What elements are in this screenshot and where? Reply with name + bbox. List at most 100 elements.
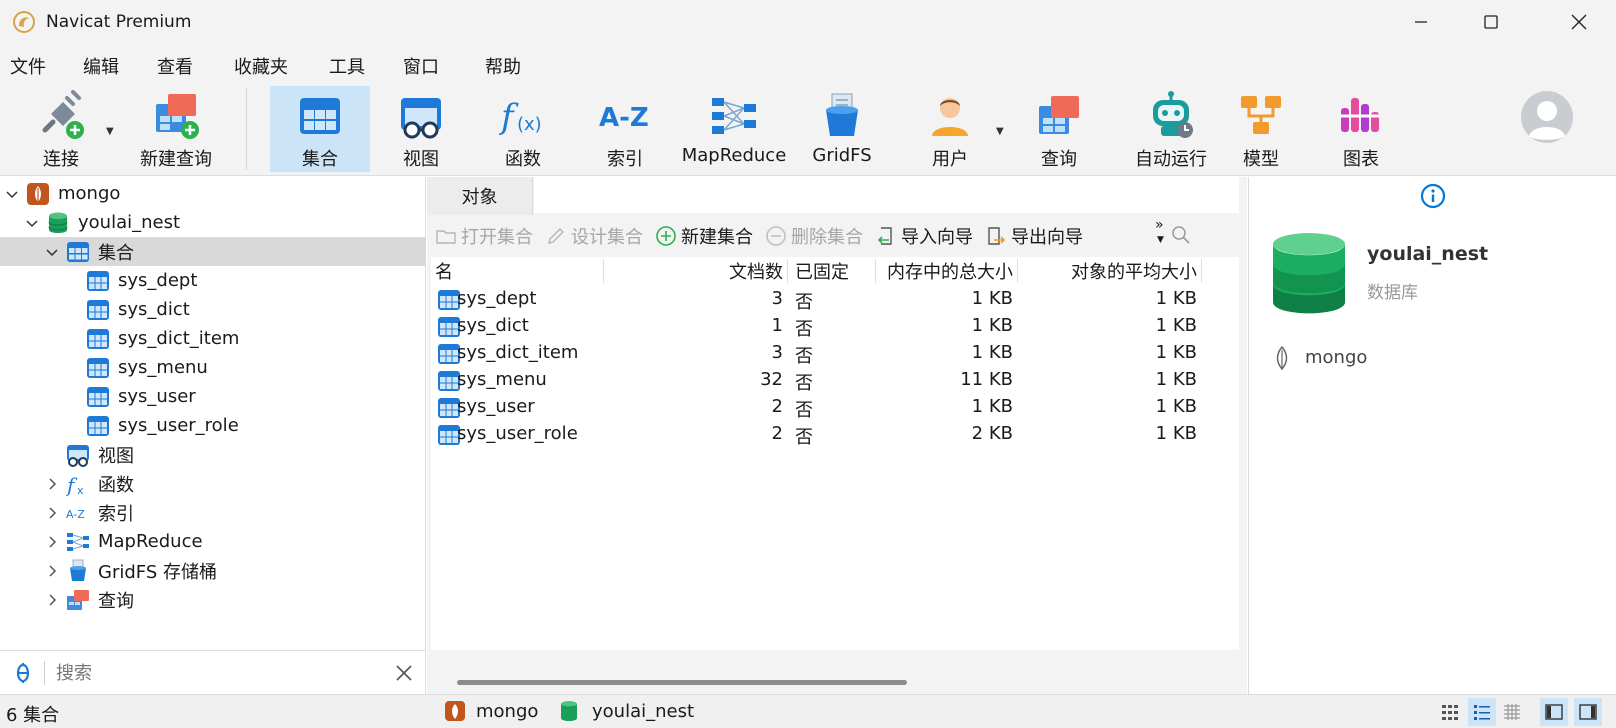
view-grid-button[interactable] [1436,698,1464,726]
import-wizard-button[interactable]: 导入向导 [875,223,973,249]
toggle-sidebar-button[interactable] [1540,698,1568,726]
index-icon: A-Z [599,103,649,133]
toolbar-function-button[interactable]: f (x) 函数 [480,86,566,172]
toolbar-gridfs-label: GridFS [812,145,872,166]
tree-node-indexes[interactable]: A-Z 索引 [0,498,426,527]
toolbar-collection-button[interactable]: 集合 [270,86,370,172]
chevron-right-icon[interactable] [44,592,60,608]
menu-edit[interactable]: 编辑 [83,53,119,79]
chevron-down-icon[interactable] [24,215,40,231]
maximize-button[interactable] [1456,0,1526,44]
table-row[interactable]: sys_user_role 2 否 2 KB 1 KB [431,421,1239,449]
delete-collection-button[interactable]: 删除集合 [765,223,863,249]
chevron-right-icon[interactable] [44,476,60,492]
view-list-button[interactable] [1468,698,1496,726]
column-header-name[interactable]: 名 [435,257,453,285]
toggle-info-panel-button[interactable] [1574,698,1602,726]
tree-search-box [0,650,426,694]
tree-node-collections-folder[interactable]: 集合 [0,237,426,266]
menu-help[interactable]: 帮助 [485,53,521,79]
search-input[interactable] [56,659,376,687]
cell-avg-size: 1 KB [1155,315,1197,336]
tree-node-gridfs[interactable]: GridFS 存储桶 [0,556,426,585]
user-dropdown-icon[interactable]: ▼ [996,126,1004,137]
gridfs-icon [826,93,858,136]
collection-icon [87,357,109,378]
clear-search-icon[interactable] [394,663,414,683]
toolbar-user-button[interactable]: 用户 [908,86,992,172]
view-detail-button[interactable] [1498,698,1526,726]
design-collection-button[interactable]: 设计集合 [545,223,643,249]
tree-node-collection[interactable]: sys_dict [0,295,426,324]
overflow-dropdown-icon[interactable]: ▼ [1157,235,1164,245]
chevron-right-icon[interactable] [44,563,60,579]
export-wizard-button[interactable]: 导出向导 [985,223,1083,249]
column-header-docs[interactable]: 文档数 [605,257,783,285]
table-row[interactable]: sys_dict 1 否 1 KB 1 KB [431,313,1239,341]
mapreduce-icon [712,98,756,134]
cell-total-size: 1 KB [971,342,1013,363]
toolbar-gridfs-button[interactable]: GridFS [800,86,884,172]
minimize-button[interactable] [1386,0,1456,44]
search-icon[interactable] [1171,225,1191,245]
tree-node-functions[interactable]: f x 函数 [0,469,426,498]
import-icon [877,227,892,245]
menu-window[interactable]: 窗口 [403,53,439,79]
table-row[interactable]: sys_user 2 否 1 KB 1 KB [431,394,1239,422]
remove-circle-icon [766,226,786,246]
toolbar-query-button[interactable]: 查询 [1018,86,1100,172]
tab-objects[interactable]: 对象 [427,177,533,215]
svg-text:f: f [498,97,519,137]
connection-dropdown-icon[interactable]: ▼ [106,126,114,137]
cell-name: sys_user_role [457,423,578,444]
table-row[interactable]: sys_dept 3 否 1 KB 1 KB [431,286,1239,314]
tree-node-database[interactable]: youlai_nest [0,208,426,237]
tree-node-views[interactable]: 视图 [0,440,426,469]
menu-favorites[interactable]: 收藏夹 [234,53,288,79]
info-icon[interactable] [1420,183,1446,209]
account-avatar-icon[interactable] [1520,90,1574,144]
tree-node-collection[interactable]: sys_dict_item [0,324,426,353]
tree-node-mapreduce[interactable]: MapReduce [0,527,426,556]
tree-node-collection[interactable]: sys_dept [0,266,426,295]
tree-node-connection[interactable]: mongo [0,179,426,208]
menu-tools[interactable]: 工具 [329,53,365,79]
more-actions-icon[interactable]: » [1155,217,1164,233]
toolbar-new-query-button[interactable]: 新建查询 [128,86,224,172]
toolbar-mapreduce-button[interactable]: MapReduce [678,86,790,172]
new-collection-button[interactable]: 新建集合 [655,223,753,249]
toolbar-connection-button[interactable]: 连接 [26,86,96,172]
menu-file[interactable]: 文件 [10,53,46,79]
toolbar-index-button[interactable]: A-Z 索引 [582,86,668,172]
tree-node-queries[interactable]: 查询 [0,585,426,614]
horizontal-scrollbar[interactable] [457,680,907,685]
menu-view[interactable]: 查看 [157,53,193,79]
open-collection-button[interactable]: 打开集合 [435,223,533,249]
menu-bar: 文件 编辑 查看 收藏夹 工具 窗口 帮助 [0,44,1616,84]
chevron-right-icon[interactable] [44,505,60,521]
toolbar-automation-button[interactable]: 自动运行 [1116,86,1226,172]
chevron-down-icon[interactable] [44,244,60,260]
tree-node-collection[interactable]: sys_menu [0,353,426,382]
table-row[interactable]: sys_dict_item 3 否 1 KB 1 KB [431,340,1239,368]
table-row[interactable]: sys_menu 32 否 11 KB 1 KB [431,367,1239,395]
tree-node-collection[interactable]: sys_user_role [0,411,426,440]
column-header-total-size[interactable]: 内存中的总大小 [877,257,1013,285]
cell-docs: 3 [771,342,783,363]
detail-view-icon [1504,704,1520,720]
user-icon [932,98,968,136]
column-header-capped[interactable]: 已固定 [795,257,849,285]
column-header-avg-size[interactable]: 对象的平均大小 [1019,257,1197,285]
view-icon [67,444,89,467]
tree-queries-label: 查询 [98,590,134,612]
toolbar-view-button[interactable]: 视图 [378,86,464,172]
chevron-right-icon[interactable] [44,534,60,550]
toolbar-chart-button[interactable]: 图表 [1318,86,1404,172]
chevron-down-icon[interactable] [4,186,20,202]
toolbar-model-button[interactable]: 模型 [1218,86,1304,172]
tree-views-label: 视图 [98,445,134,467]
close-window-button[interactable] [1544,0,1614,44]
tree-node-collection[interactable]: sys_user [0,382,426,411]
query-icon [67,589,89,610]
tree-connection-label: mongo [58,183,121,204]
